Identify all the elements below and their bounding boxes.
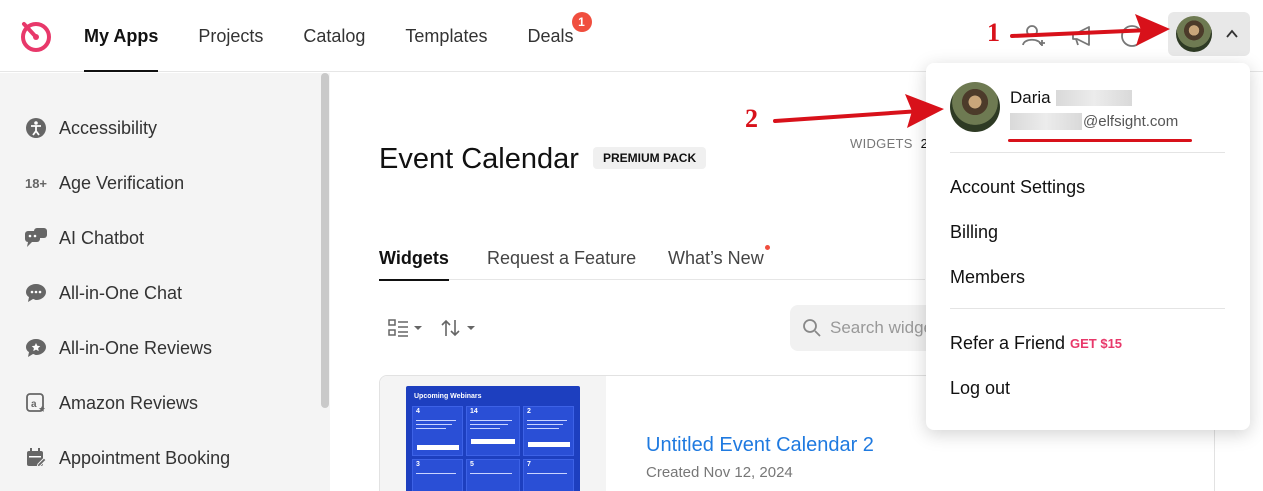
sidebar-item-all-in-one-chat[interactable]: All-in-One Chat bbox=[24, 278, 182, 308]
preview-cell: 3 bbox=[412, 459, 463, 491]
menu-divider bbox=[950, 152, 1225, 153]
search-icon bbox=[803, 319, 821, 337]
help-icon[interactable] bbox=[1118, 22, 1146, 50]
page-title: Event Calendar bbox=[379, 143, 579, 175]
menu-divider bbox=[950, 308, 1225, 309]
tab-widgets[interactable]: Widgets bbox=[379, 240, 449, 281]
list-view-icon bbox=[388, 319, 422, 337]
svg-text:a: a bbox=[31, 399, 37, 410]
refer-promo-badge: GET $15 bbox=[1070, 336, 1123, 351]
account-email: @elfsight.com bbox=[1083, 113, 1179, 130]
reviews-icon bbox=[24, 336, 48, 360]
account-dropdown-menu: Daria @elfsight.com Account Settings Bil… bbox=[926, 63, 1250, 430]
view-mode-button[interactable] bbox=[388, 316, 424, 340]
megaphone-icon[interactable] bbox=[1068, 22, 1096, 50]
refer-a-friend-item[interactable]: Refer a Friend bbox=[950, 333, 1065, 354]
age-18-icon: 18+ bbox=[24, 175, 48, 191]
nav-catalog[interactable]: Catalog bbox=[303, 0, 365, 72]
account-menu-button[interactable] bbox=[1168, 12, 1250, 56]
preview-cell: 5 bbox=[466, 459, 520, 491]
account-settings-item[interactable]: Account Settings bbox=[950, 177, 1085, 198]
annotation-arrow-2 bbox=[773, 94, 944, 128]
sidebar-item-all-in-one-reviews[interactable]: All-in-One Reviews bbox=[24, 333, 212, 363]
tab-request-a-feature[interactable]: Request a Feature bbox=[487, 240, 636, 280]
amazon-icon: a bbox=[24, 391, 48, 415]
chevron-up-icon bbox=[1226, 29, 1238, 38]
billing-item[interactable]: Billing bbox=[950, 222, 998, 243]
tab-whats-new[interactable]: What’s New bbox=[668, 240, 770, 280]
accessibility-icon bbox=[24, 116, 48, 140]
sidebar-item-age-verification[interactable]: 18+ Age Verification bbox=[24, 168, 184, 198]
account-name: Daria bbox=[1010, 88, 1051, 107]
premium-pack-badge: PREMIUM PACK bbox=[593, 147, 707, 169]
preview-cell: 7 bbox=[523, 459, 574, 491]
logo-icon[interactable] bbox=[18, 18, 54, 54]
widgets-count: WIDGETS 2 bbox=[850, 136, 929, 151]
app-tabs: Widgets Request a Feature What’s New bbox=[379, 240, 925, 281]
sidebar-item-amazon-reviews[interactable]: a Amazon Reviews bbox=[24, 388, 198, 418]
sidebar-item-accessibility[interactable]: Accessibility bbox=[24, 113, 157, 143]
preview-cell: 2 bbox=[523, 406, 574, 456]
calendar-edit-icon bbox=[24, 446, 48, 470]
sidebar-item-ai-chatbot[interactable]: AI Chatbot bbox=[24, 223, 144, 253]
chat-icon bbox=[24, 281, 48, 305]
annotation-marker-2: 2 bbox=[745, 104, 758, 133]
deals-count-badge: 1 bbox=[571, 12, 592, 32]
sidebar-scrollbar[interactable] bbox=[321, 73, 329, 408]
nav-templates[interactable]: Templates bbox=[405, 0, 487, 72]
app-sidebar: Accessibility 18+ Age Verification AI Ch… bbox=[0, 73, 330, 491]
redacted-surname bbox=[1056, 90, 1132, 106]
calendar-preview: Upcoming Webinars 4 14 2 3 5 7 bbox=[406, 386, 580, 491]
add-user-icon[interactable] bbox=[1020, 22, 1048, 50]
annotation-underline bbox=[1008, 139, 1192, 142]
nav-projects[interactable]: Projects bbox=[198, 0, 263, 72]
preview-cell: 14 bbox=[466, 406, 520, 456]
top-navigation-bar: My Apps Projects Catalog Templates Deals… bbox=[0, 0, 1263, 72]
sidebar-item-appointment-booking[interactable]: Appointment Booking bbox=[24, 443, 230, 473]
sort-button[interactable] bbox=[441, 316, 477, 340]
chatbot-icon bbox=[24, 226, 48, 250]
new-indicator-dot bbox=[764, 245, 770, 250]
avatar bbox=[950, 82, 1000, 132]
main-nav: My Apps Projects Catalog Templates Deals… bbox=[84, 0, 614, 72]
annotation-marker-1: 1 bbox=[987, 18, 1000, 47]
widget-created-date: Created Nov 12, 2024 bbox=[646, 464, 793, 481]
redacted-email-user bbox=[1010, 113, 1082, 130]
nav-my-apps[interactable]: My Apps bbox=[84, 0, 159, 72]
widget-title-link[interactable]: Untitled Event Calendar 2 bbox=[646, 434, 874, 457]
members-item[interactable]: Members bbox=[950, 267, 1025, 288]
widget-thumbnail[interactable]: Upcoming Webinars 4 14 2 3 5 7 bbox=[380, 376, 606, 491]
log-out-item[interactable]: Log out bbox=[950, 378, 1010, 399]
search-box bbox=[790, 305, 930, 351]
avatar bbox=[1176, 16, 1212, 52]
search-input[interactable] bbox=[830, 305, 930, 351]
sort-icon bbox=[441, 319, 475, 337]
nav-deals[interactable]: Deals 1 bbox=[527, 0, 592, 72]
preview-cell: 4 bbox=[412, 406, 463, 456]
